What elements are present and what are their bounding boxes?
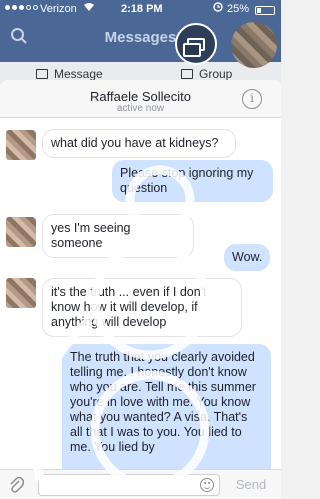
chat-head-avatar[interactable] <box>231 22 277 68</box>
battery-percentage: 25% <box>227 3 250 15</box>
wifi-icon <box>83 2 95 15</box>
message-input[interactable] <box>38 474 220 496</box>
emoji-icon[interactable] <box>200 478 214 492</box>
incoming-message[interactable]: it's the truth ... even if I don't know … <box>42 278 242 337</box>
contact-avatar[interactable] <box>6 130 36 160</box>
chat-header: Raffaele Sollecito active now i <box>0 80 281 118</box>
chat-bubbles-icon <box>183 37 205 57</box>
clock: 2:18 PM <box>121 3 163 15</box>
composer-bar: Send <box>0 469 281 499</box>
info-icon[interactable]: i <box>242 89 262 109</box>
carrier-label: Verizon <box>40 3 77 15</box>
tab-message[interactable]: Message <box>36 67 103 81</box>
outgoing-message[interactable]: Wow. <box>224 244 270 271</box>
incoming-message[interactable]: yes I'm seeing someone <box>42 214 194 258</box>
chat-heads-toggle[interactable] <box>175 23 217 65</box>
message-list[interactable]: what did you have at kidneys? Please sto… <box>0 118 281 469</box>
group-icon <box>181 69 193 79</box>
incoming-message[interactable]: what did you have at kidneys? <box>42 129 236 158</box>
contact-status: active now <box>116 103 165 114</box>
outgoing-message[interactable]: Please stop ignoring my question <box>112 160 273 202</box>
contact-name[interactable]: Raffaele Sollecito <box>0 89 281 104</box>
contact-avatar[interactable] <box>6 278 36 308</box>
paperclip-icon[interactable] <box>8 476 25 494</box>
alarm-icon <box>213 2 223 15</box>
signal-strength-icon <box>5 5 38 10</box>
outgoing-message[interactable]: The truth that you clearly avoided telli… <box>62 344 271 469</box>
compose-icon <box>36 69 48 79</box>
send-button[interactable]: Send <box>226 477 276 492</box>
contact-avatar[interactable] <box>6 217 36 247</box>
chat-window: Raffaele Sollecito active now i what did… <box>0 80 281 499</box>
tab-group-label: Group <box>199 67 233 81</box>
tab-group[interactable]: Group <box>181 67 232 81</box>
battery-icon <box>255 6 275 15</box>
status-bar: Verizon 2:18 PM 25% <box>0 0 281 18</box>
tab-message-label: Message <box>54 67 103 81</box>
